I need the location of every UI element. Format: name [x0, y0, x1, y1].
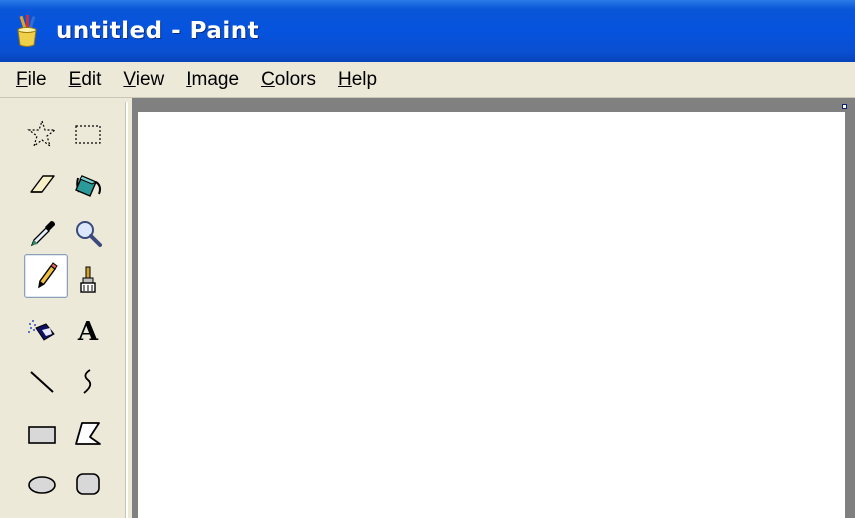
tool-text[interactable]: A	[66, 310, 110, 354]
tool-curve[interactable]	[66, 360, 110, 404]
menu-edit-mnemonic: E	[68, 68, 82, 90]
tool-box: A	[0, 98, 132, 518]
menu-view[interactable]: View	[115, 67, 172, 93]
tool-brush[interactable]	[66, 258, 110, 302]
menu-image-label: mage	[191, 68, 240, 90]
free-form-select-icon	[27, 119, 57, 148]
window-title: untitled - Paint	[56, 18, 260, 44]
rectangle-select-icon	[75, 125, 101, 144]
menu-edit-label: dit	[81, 68, 102, 90]
tool-ellipse[interactable]	[20, 462, 64, 506]
tool-eraser[interactable]	[20, 162, 64, 206]
workspace	[132, 98, 855, 518]
tool-line[interactable]	[20, 360, 64, 404]
menu-file-mnemonic: F	[16, 68, 28, 90]
menu-edit[interactable]: Edit	[61, 67, 110, 93]
tool-magnifier[interactable]	[66, 212, 110, 256]
menu-help[interactable]: Help	[330, 67, 385, 93]
title-bar[interactable]: untitled - Paint	[0, 0, 855, 62]
line-icon	[30, 371, 54, 393]
rectangle-icon	[28, 426, 56, 444]
drawing-canvas[interactable]	[138, 112, 845, 518]
tool-rectangle[interactable]	[20, 412, 64, 456]
paint-bucket-icon	[75, 175, 101, 197]
rounded-rectangle-icon	[76, 473, 100, 495]
menu-colors-label: olors	[274, 68, 316, 90]
tool-pick-color[interactable]	[20, 212, 64, 256]
canvas-resize-handle[interactable]	[842, 104, 847, 109]
eyedropper-icon	[30, 221, 55, 247]
menu-image[interactable]: Image	[178, 67, 247, 93]
pencil-icon	[38, 262, 58, 289]
magnifier-icon	[76, 221, 102, 247]
menu-view-mnemonic: V	[123, 68, 136, 90]
tool-rectangle-select[interactable]	[66, 112, 110, 156]
tool-rounded-rectangle[interactable]	[66, 462, 110, 506]
tool-airbrush[interactable]	[20, 310, 64, 354]
airbrush-icon	[28, 320, 55, 341]
brush-icon	[80, 266, 96, 293]
tool-fill-with-color[interactable]	[66, 162, 110, 206]
curve-icon	[83, 369, 92, 394]
paint-app-icon[interactable]	[12, 14, 42, 48]
menu-bar: File Edit View Image Colors Help	[0, 62, 855, 98]
text-icon: A	[77, 317, 99, 347]
polygon-icon	[75, 422, 101, 445]
menu-help-label: elp	[351, 68, 378, 90]
menu-file[interactable]: File	[8, 67, 55, 93]
menu-help-mnemonic: H	[337, 68, 352, 90]
menu-file-label: ile	[27, 68, 47, 90]
tool-polygon[interactable]	[66, 412, 110, 456]
ellipse-icon	[28, 476, 56, 494]
eraser-icon	[30, 175, 55, 193]
menu-view-label: iew	[135, 68, 165, 90]
menu-colors[interactable]: Colors	[253, 67, 324, 93]
menu-colors-mnemonic: C	[261, 68, 275, 90]
tool-free-form-select[interactable]	[20, 112, 64, 156]
tool-pencil[interactable]	[24, 254, 68, 298]
